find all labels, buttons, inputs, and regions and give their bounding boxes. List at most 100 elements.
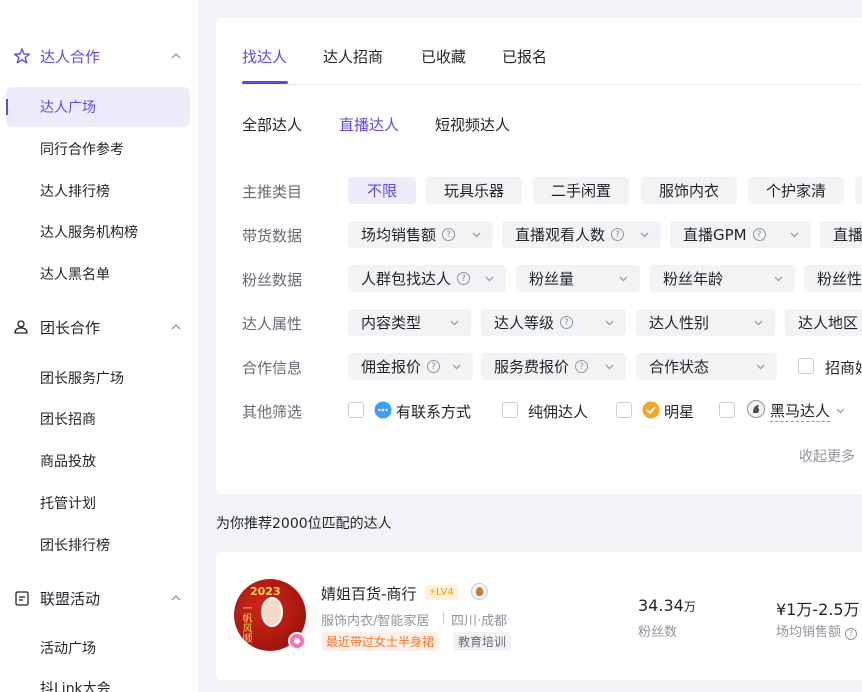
filter-label-attr: 达人属性 <box>242 315 303 333</box>
tab-registered[interactable]: 已报名 <box>502 46 547 67</box>
dropdown-label: 粉丝性 <box>817 270 862 288</box>
sidebar-item-activity-square[interactable]: 活动广场 <box>6 628 190 668</box>
checkbox-recruit[interactable] <box>798 358 814 374</box>
chip-secondhand[interactable]: 二手闲置 <box>533 177 629 204</box>
divider <box>443 612 444 624</box>
avatar-face <box>261 597 283 627</box>
sidebar-item-product-placement[interactable]: 商品投放 <box>6 441 190 481</box>
horse-badge-icon <box>471 583 488 600</box>
help-icon[interactable]: ? <box>457 272 471 285</box>
sidebar-item-leader-recruit[interactable]: 团长招商 <box>6 399 190 439</box>
checkbox-dark-horse-label: 黑马达人 <box>770 402 831 422</box>
chevron-up-icon[interactable] <box>170 50 182 62</box>
sidebar-group-alliance[interactable]: 联盟活动 <box>0 578 198 618</box>
sidebar-group-leader[interactable]: 团长合作 <box>0 307 198 347</box>
chevron-down-icon <box>790 232 799 238</box>
talent-name[interactable]: 婧姐百货-商行 <box>321 583 416 604</box>
dropdown-fans-count[interactable]: 粉丝量 <box>516 265 640 292</box>
chat-icon <box>374 401 392 419</box>
dropdown-label: 人群包找达人 <box>361 270 452 288</box>
chip-toys[interactable]: 玩具乐器 <box>426 177 522 204</box>
fans-number: 34.34 <box>638 596 684 615</box>
dropdown-fans-age[interactable]: 粉丝年龄 <box>650 265 795 292</box>
checkbox-contact-label: 有联系方式 <box>396 403 472 421</box>
chevron-down-icon <box>472 232 481 238</box>
dropdown-label: 达人等级 <box>494 314 555 332</box>
chevron-down-icon <box>619 276 628 282</box>
chevron-down-icon <box>774 276 783 282</box>
chevron-up-icon[interactable] <box>170 321 182 333</box>
dropdown-audience-pack[interactable]: 人群包找达人? <box>348 265 506 292</box>
checkbox-contact[interactable] <box>348 402 364 418</box>
tab-find-talent[interactable]: 找达人 <box>242 46 287 67</box>
dropdown-talent-region[interactable]: 达人地区 <box>785 309 862 336</box>
tab-talent-recruit[interactable]: 达人招商 <box>323 46 383 67</box>
subtab-all[interactable]: 全部达人 <box>242 114 302 135</box>
dropdown-talent-level[interactable]: 达人等级? <box>481 309 626 336</box>
help-icon[interactable]: ? <box>560 316 574 329</box>
chip-personal-care[interactable]: 个护家清 <box>748 177 844 204</box>
help-icon[interactable]: ? <box>575 360 589 373</box>
dropdown-commission[interactable]: 佣金报价? <box>348 353 473 380</box>
sidebar-item-leader-ranking[interactable]: 团长排行榜 <box>6 525 190 565</box>
filter-panel: 找达人 达人招商 已收藏 已报名 全部达人 直播达人 短视频达人 主推类目 不限… <box>216 18 862 494</box>
subtab-short-video[interactable]: 短视频达人 <box>435 114 510 135</box>
filter-label-other: 其他筛选 <box>242 403 303 421</box>
tab-favorites[interactable]: 已收藏 <box>421 46 466 67</box>
talent-category: 服饰内衣/智能家居 <box>321 614 430 629</box>
help-icon[interactable]: ? <box>442 228 456 241</box>
help-icon[interactable]: ? <box>427 360 441 373</box>
checkbox-pure-commission[interactable] <box>502 402 518 418</box>
help-icon[interactable]: ? <box>611 228 625 241</box>
fans-label: 粉丝数 <box>638 625 678 640</box>
filter-label-sales: 带货数据 <box>242 227 303 245</box>
dropdown-talent-gender[interactable]: 达人性别 <box>636 309 775 336</box>
dropdown-label: 达人地区 <box>798 314 859 332</box>
people-icon <box>14 320 28 334</box>
sidebar-item-agency-ranking[interactable]: 达人服务机构榜 <box>6 212 190 252</box>
talent-card[interactable]: 2023 一帆风顺 婧姐百货-商行 ⚡ LV4 服饰内衣/智能家居 四川·成都 最… <box>216 552 862 680</box>
level-text: LV4 <box>436 587 454 598</box>
dropdown-live-gpm[interactable]: 直播GPM? <box>670 221 811 248</box>
sidebar-item-managed-plan[interactable]: 托管计划 <box>6 483 190 523</box>
avg-sales-label-text: 场均销售额 <box>776 625 842 640</box>
dropdown-label: 直播观看人数 <box>515 226 606 244</box>
chevron-up-icon[interactable] <box>170 592 182 604</box>
dropdown-coop-status[interactable]: 合作状态 <box>636 353 777 380</box>
clipboard-icon <box>15 591 29 606</box>
chevron-down-icon[interactable] <box>836 406 845 415</box>
dropdown-live-more[interactable]: 直播 <box>820 221 862 248</box>
checkbox-dark-horse[interactable] <box>719 402 735 418</box>
help-icon[interactable]: ? <box>752 228 766 241</box>
chevron-down-icon <box>640 232 649 238</box>
sidebar-item-talent-square[interactable]: 达人广场 <box>6 87 190 127</box>
dropdown-service-fee[interactable]: 服务费报价? <box>481 353 626 380</box>
dropdown-label: 场均销售额 <box>361 226 437 244</box>
sidebar-item-talent-ranking[interactable]: 达人排行榜 <box>6 171 190 211</box>
checkbox-star[interactable] <box>616 402 632 418</box>
avg-sales-value: ¥1万-2.5万 <box>776 600 860 619</box>
talent-location: 四川·成都 <box>451 614 508 629</box>
sidebar-item-blacklist[interactable]: 达人黑名单 <box>6 254 190 294</box>
sidebar-item-leader-service[interactable]: 团长服务广场 <box>6 358 190 398</box>
subtab-live[interactable]: 直播达人 <box>339 114 399 135</box>
sidebar-item-link-conference[interactable]: 抖Link大会 <box>6 668 190 692</box>
chip-apparel[interactable]: 服饰内衣 <box>641 177 737 204</box>
sidebar-group-talent[interactable]: 达人合作 <box>0 36 198 76</box>
dropdown-content-type[interactable]: 内容类型 <box>348 309 471 336</box>
dropdown-live-viewers[interactable]: 直播观看人数? <box>502 221 661 248</box>
help-icon[interactable]: ? <box>845 627 858 640</box>
dropdown-avg-sales[interactable]: 场均销售额? <box>348 221 493 248</box>
chevron-down-icon <box>452 364 461 370</box>
chip-unlimited[interactable]: 不限 <box>348 177 416 204</box>
filter-label-coop: 合作信息 <box>242 359 303 377</box>
dropdown-fans-gender[interactable]: 粉丝性 <box>804 265 862 292</box>
dropdown-label: 佣金报价 <box>361 358 422 376</box>
level-badge: ⚡ LV4 <box>425 585 458 600</box>
sidebar-item-peer-reference[interactable]: 同行合作参考 <box>6 129 190 169</box>
collapse-more-link[interactable]: 收起更多 <box>799 446 855 466</box>
category-tag: 教育培训 <box>453 632 512 651</box>
sidebar: 达人合作 达人广场 同行合作参考 达人排行榜 达人服务机构榜 达人黑名单 团长合… <box>0 0 198 692</box>
chip-overflow[interactable] <box>855 177 862 204</box>
live-indicator-icon <box>288 632 306 650</box>
